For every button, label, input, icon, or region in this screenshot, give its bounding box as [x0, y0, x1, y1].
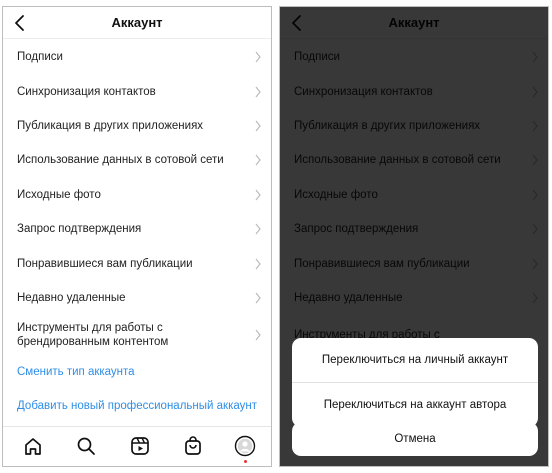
chevron-right-icon — [255, 154, 261, 166]
menu-item-label: Публикация в других приложениях — [17, 119, 204, 132]
menu-item-cellular-data[interactable]: Использование данных в сотовой сети — [3, 143, 271, 177]
chevron-right-icon — [255, 120, 261, 132]
chevron-right-icon — [255, 189, 261, 201]
switch-account-type-link[interactable]: Сменить тип аккаунта — [3, 355, 271, 389]
chevron-right-icon — [255, 292, 261, 304]
profile-icon[interactable] — [234, 435, 256, 457]
menu-item-label: Использование данных в сотовой сети — [17, 154, 224, 167]
account-screen-with-sheet: Аккаунт Подписи Синхронизация контактов … — [279, 6, 549, 467]
switch-to-creator-button[interactable]: Переключиться на аккаунт автора — [292, 383, 538, 428]
menu-item-captions[interactable]: Подписи — [3, 40, 271, 74]
menu-item-branded-content[interactable]: Инструменты для работы с брендированным … — [3, 315, 271, 355]
chevron-right-icon — [255, 223, 261, 235]
menu-item-label: Инструменты для работы с брендированным … — [17, 321, 168, 349]
chevron-right-icon — [255, 51, 261, 63]
menu-item-label: Понравившиеся вам публикации — [17, 257, 193, 270]
reels-icon[interactable] — [129, 435, 151, 457]
bottom-tab-bar — [3, 426, 271, 466]
chevron-right-icon — [255, 258, 261, 269]
chevron-right-icon — [255, 86, 261, 97]
chevron-right-icon — [255, 329, 261, 341]
account-screen: Аккаунт Подписи Синхронизация контактов … — [2, 6, 272, 467]
settings-menu: Подписи Синхронизация контактов Публикац… — [3, 40, 271, 423]
add-professional-account-link[interactable]: Добавить новый профессиональный аккаунт — [3, 389, 271, 423]
shop-icon[interactable] — [182, 435, 204, 457]
menu-item-recently-deleted[interactable]: Недавно удаленные — [3, 281, 271, 315]
menu-item-label: Подписи — [17, 51, 63, 64]
home-icon[interactable] — [22, 435, 44, 457]
menu-item-label: Синхронизация контактов — [17, 85, 156, 98]
menu-item-original-photos[interactable]: Исходные фото — [3, 178, 271, 212]
menu-item-contacts-sync[interactable]: Синхронизация контактов — [3, 74, 271, 108]
switch-to-personal-button[interactable]: Переключиться на личный аккаунт — [292, 338, 538, 383]
menu-item-label: Исходные фото — [17, 188, 101, 201]
cancel-button[interactable]: Отмена — [292, 422, 538, 456]
header: Аккаунт — [3, 7, 271, 39]
menu-item-sharing[interactable]: Публикация в других приложениях — [3, 109, 271, 143]
menu-item-label: Недавно удаленные — [17, 291, 126, 304]
menu-item-label-line1: Инструменты для работы с — [17, 322, 163, 335]
account-type-action-sheet: Переключиться на личный аккаунт Переключ… — [292, 338, 538, 427]
menu-item-label-line2: брендированным контентом — [17, 336, 169, 349]
menu-item-verification[interactable]: Запрос подтверждения — [3, 212, 271, 246]
page-title: Аккаунт — [111, 15, 163, 30]
menu-item-liked-posts[interactable]: Понравившиеся вам публикации — [3, 246, 271, 280]
notification-dot — [244, 460, 247, 463]
search-icon[interactable] — [75, 435, 97, 457]
menu-item-label: Запрос подтверждения — [17, 223, 142, 236]
